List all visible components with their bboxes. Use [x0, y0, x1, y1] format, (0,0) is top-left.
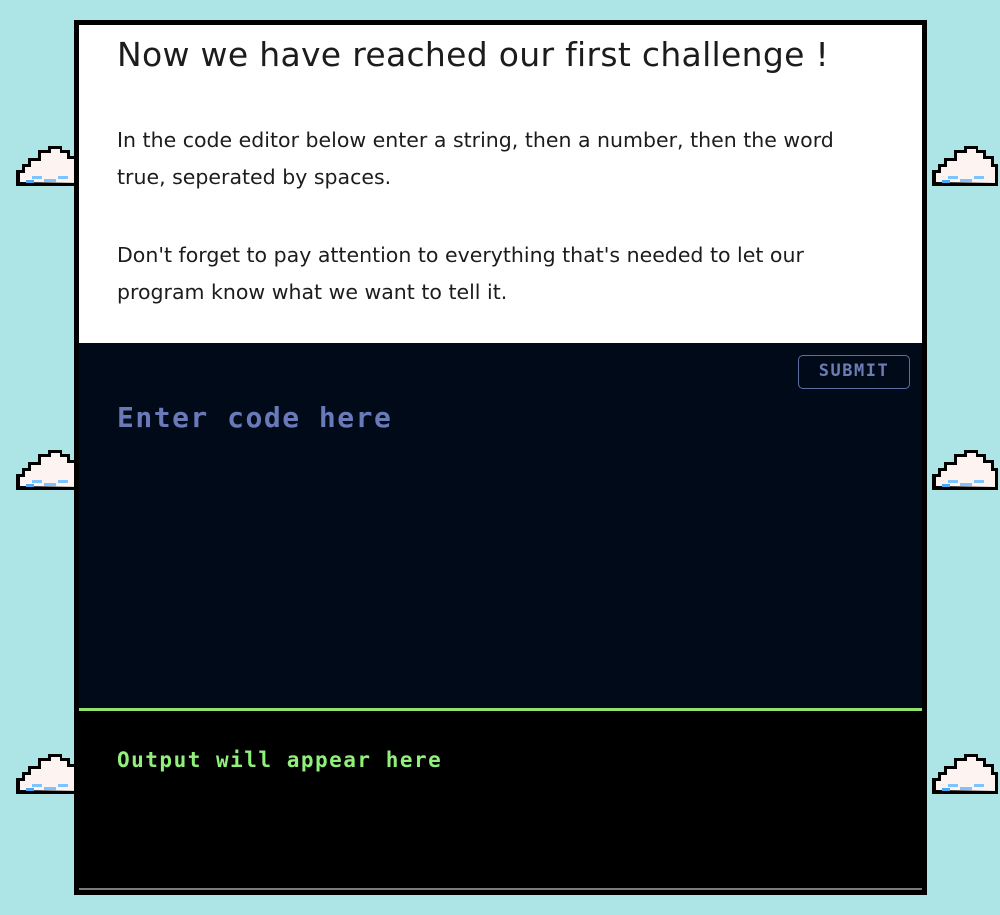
code-editor[interactable]: SUBMIT Enter code here	[79, 343, 922, 708]
output-placeholder: Output will appear here	[117, 748, 443, 772]
pixel-cloud-icon	[16, 146, 82, 186]
challenge-hint: Don't forget to pay attention to everyth…	[117, 243, 804, 304]
pixel-cloud-icon	[932, 754, 998, 794]
pixel-cloud-icon	[932, 146, 998, 186]
pixel-cloud-icon	[16, 450, 82, 490]
code-input-placeholder[interactable]: Enter code here	[117, 401, 392, 434]
pixel-cloud-icon	[16, 754, 82, 794]
submit-button[interactable]: SUBMIT	[798, 355, 910, 389]
challenge-title: Now we have reached our first challenge …	[117, 35, 830, 74]
challenge-description: Now we have reached our first challenge …	[79, 25, 922, 343]
challenge-instructions: In the code editor below enter a string,…	[117, 128, 834, 189]
pixel-cloud-icon	[932, 450, 998, 490]
challenge-panel: Now we have reached our first challenge …	[74, 20, 927, 895]
console-bottom-border	[79, 888, 922, 890]
output-console: Output will appear here	[79, 711, 922, 890]
